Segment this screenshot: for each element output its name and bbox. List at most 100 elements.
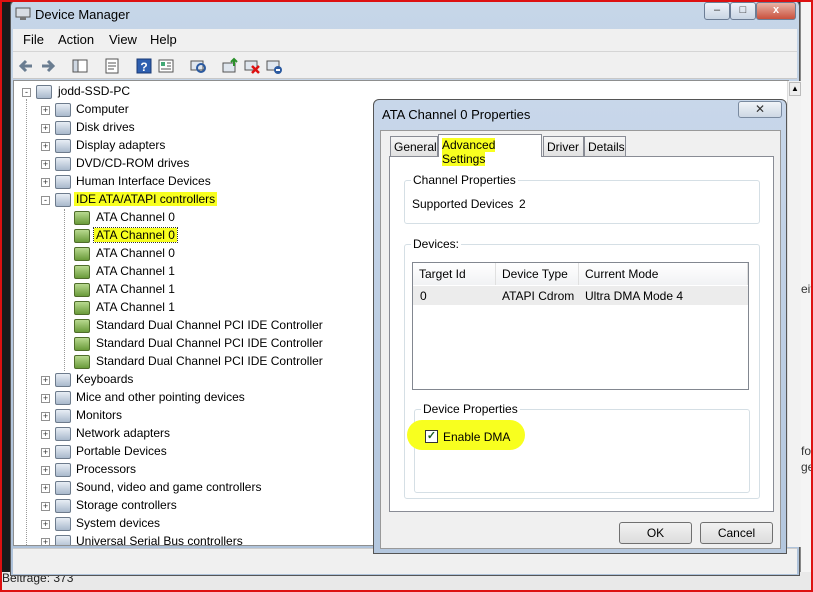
devices-list[interactable]: Target Id Device Type Current Mode 0 ATA…: [412, 262, 749, 390]
expand-icon[interactable]: +: [41, 448, 50, 457]
expand-icon[interactable]: +: [41, 502, 50, 511]
expand-icon[interactable]: +: [41, 538, 50, 545]
background-right-strip: eit fo ge: [800, 0, 813, 592]
properties-icon[interactable]: [103, 57, 121, 75]
ata-channel-icon: [74, 283, 90, 297]
tab-advanced-settings[interactable]: Advanced Settings: [438, 134, 542, 166]
collapse-icon[interactable]: -: [41, 196, 50, 205]
menu-action[interactable]: Action: [58, 32, 94, 47]
title-bar[interactable]: Device Manager – □ x: [11, 1, 799, 29]
disk-drive-icon: [55, 121, 71, 135]
hid-icon: [55, 175, 71, 189]
devices-group: Devices: Target Id Device Type Current M…: [404, 237, 760, 499]
expand-icon[interactable]: +: [41, 178, 50, 187]
column-header-current-mode[interactable]: Current Mode: [579, 263, 748, 285]
display-adapter-icon: [55, 139, 71, 153]
channel-properties-legend: Channel Properties: [411, 173, 518, 187]
advanced-settings-panel: Channel Properties Supported Devices 2 D…: [389, 156, 774, 512]
expand-icon[interactable]: +: [41, 484, 50, 493]
maximize-button[interactable]: □: [730, 2, 756, 20]
system-device-icon: [55, 517, 71, 531]
tree-item-label: ATA Channel 1: [96, 282, 175, 296]
device-properties-group: Device Properties ✓ Enable DMA: [407, 402, 750, 493]
tree-item-label: System devices: [76, 516, 161, 530]
expand-icon[interactable]: +: [41, 520, 50, 529]
help-icon[interactable]: ?: [135, 57, 153, 75]
tree-item-label: IDE ATA/ATAPI controllers: [74, 192, 218, 206]
uninstall-icon[interactable]: [243, 57, 261, 75]
collapse-icon[interactable]: -: [22, 88, 31, 97]
expand-icon[interactable]: +: [41, 394, 50, 403]
forward-arrow-icon[interactable]: [39, 57, 57, 75]
dialog-close-button[interactable]: ✕: [738, 101, 782, 118]
tab-general[interactable]: General: [390, 136, 438, 156]
disable-icon[interactable]: [265, 57, 283, 75]
minimize-button[interactable]: –: [704, 2, 730, 20]
enable-dma-label[interactable]: Enable DMA: [443, 430, 510, 444]
expand-icon[interactable]: +: [41, 466, 50, 475]
expand-icon[interactable]: +: [41, 430, 50, 439]
tree-item-label: DVD/CD-ROM drives: [76, 156, 190, 170]
scroll-up-arrow-icon[interactable]: ▲: [789, 82, 801, 96]
sound-icon: [55, 481, 71, 495]
ata-channel-icon: [74, 265, 90, 279]
scan-hardware-icon[interactable]: [189, 57, 207, 75]
tree-connector-line: [26, 99, 27, 545]
tree-item-label: ATA Channel 0: [96, 246, 175, 260]
tree-item-label: Sound, video and game controllers: [76, 480, 262, 494]
ata-channel-icon: [74, 301, 90, 315]
column-header-device-type[interactable]: Device Type: [496, 263, 579, 285]
enable-dma-checkbox[interactable]: ✓: [425, 430, 438, 443]
mouse-icon: [55, 391, 71, 405]
table-row[interactable]: 0 ATAPI Cdrom Ultra DMA Mode 4: [413, 286, 748, 305]
tree-item-label: Keyboards: [76, 372, 134, 386]
menu-help[interactable]: Help: [150, 32, 177, 47]
tree-vertical-scrollbar[interactable]: ▲: [787, 81, 801, 547]
ide-controller-icon: [55, 193, 71, 207]
tree-item-label: Portable Devices: [76, 444, 167, 458]
ata-channel-icon: [74, 211, 90, 225]
tab-driver[interactable]: Driver: [543, 136, 584, 156]
dialog-body: General Advanced Settings Driver Details…: [380, 130, 781, 549]
update-driver-icon[interactable]: [221, 57, 239, 75]
tree-item-label: Standard Dual Channel PCI IDE Controller: [96, 318, 323, 332]
ata-channel-icon: [74, 229, 90, 243]
show-hide-console-tree-icon[interactable]: [71, 57, 89, 75]
expand-icon[interactable]: +: [41, 376, 50, 385]
menu-file[interactable]: File: [23, 32, 44, 47]
cancel-button[interactable]: Cancel: [700, 522, 773, 544]
tab-details[interactable]: Details: [584, 136, 626, 156]
expand-icon[interactable]: +: [41, 160, 50, 169]
column-header-target-id[interactable]: Target Id: [413, 263, 496, 285]
expand-icon[interactable]: +: [41, 124, 50, 133]
window-title: Device Manager: [35, 7, 130, 22]
tree-item-label: ATA Channel 0: [96, 210, 175, 224]
properties-dialog: ATA Channel 0 Properties ✕ General Advan…: [373, 99, 787, 554]
cell-device-type: ATAPI Cdrom: [502, 289, 575, 303]
background-left-strip: [0, 0, 10, 592]
tree-item-label: Disk drives: [76, 120, 135, 134]
tree-item-label: Storage controllers: [76, 498, 177, 512]
expand-icon[interactable]: +: [41, 106, 50, 115]
tree-item-label: Computer: [76, 102, 129, 116]
dvd-drive-icon: [55, 157, 71, 171]
ok-button[interactable]: OK: [619, 522, 692, 544]
tree-root-label: jodd-SSD-PC: [58, 84, 131, 98]
dialog-title: ATA Channel 0 Properties: [382, 107, 531, 122]
back-arrow-icon[interactable]: [17, 57, 35, 75]
ide-controller-icon: [74, 355, 90, 369]
properties-sheet-icon[interactable]: [157, 57, 175, 75]
close-button[interactable]: x: [756, 2, 796, 20]
cell-current-mode: Ultra DMA Mode 4: [585, 289, 684, 303]
expand-icon[interactable]: +: [41, 142, 50, 151]
menu-view[interactable]: View: [109, 32, 137, 47]
cell-target-id: 0: [420, 289, 427, 303]
tree-item-label: ATA Channel 1: [96, 264, 175, 278]
network-adapter-icon: [55, 427, 71, 441]
expand-icon[interactable]: +: [41, 412, 50, 421]
processor-icon: [55, 463, 71, 477]
keyboard-icon: [55, 373, 71, 387]
tree-connector-line: [64, 209, 65, 371]
menu-bar: File Action View Help: [13, 29, 797, 51]
usb-icon: [55, 535, 71, 545]
